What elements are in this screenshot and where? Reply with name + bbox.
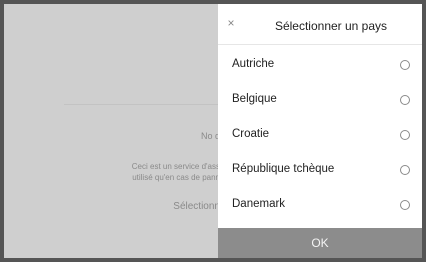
country-option[interactable]: Autriche bbox=[218, 46, 422, 81]
country-option[interactable]: Belgique bbox=[218, 81, 422, 116]
country-label: Croatie bbox=[232, 128, 270, 140]
background-description-line-2: utilisé qu'en cas de pann bbox=[132, 173, 220, 182]
close-icon[interactable]: × bbox=[224, 16, 238, 30]
country-option[interactable]: Croatie bbox=[218, 116, 422, 151]
radio-button[interactable] bbox=[400, 130, 410, 140]
dialog-header: × Sélectionner un pays bbox=[218, 4, 422, 45]
country-label: Belgique bbox=[232, 93, 277, 105]
country-option[interactable]: Danemark bbox=[218, 186, 422, 221]
dialog-title: Sélectionner un pays bbox=[274, 19, 388, 33]
country-select-dialog: × Sélectionner un pays Autriche Belgique… bbox=[218, 4, 422, 258]
radio-button[interactable] bbox=[400, 95, 410, 105]
radio-button[interactable] bbox=[400, 200, 410, 210]
background-select-text: Sélectionn bbox=[173, 201, 220, 212]
country-label: Autriche bbox=[232, 58, 275, 70]
background-description-line-1: Ceci est un service d'ass bbox=[131, 162, 220, 171]
country-label: République tchèque bbox=[232, 163, 335, 175]
radio-button[interactable] bbox=[400, 165, 410, 175]
country-option[interactable]: République tchèque bbox=[218, 151, 422, 186]
ok-button[interactable]: OK bbox=[218, 228, 422, 258]
screen: No d Ceci est un service d'ass utilisé q… bbox=[0, 0, 426, 262]
country-label: Danemark bbox=[232, 198, 286, 210]
country-list: Autriche Belgique Croatie République tch… bbox=[218, 46, 422, 221]
radio-button[interactable] bbox=[400, 60, 410, 70]
